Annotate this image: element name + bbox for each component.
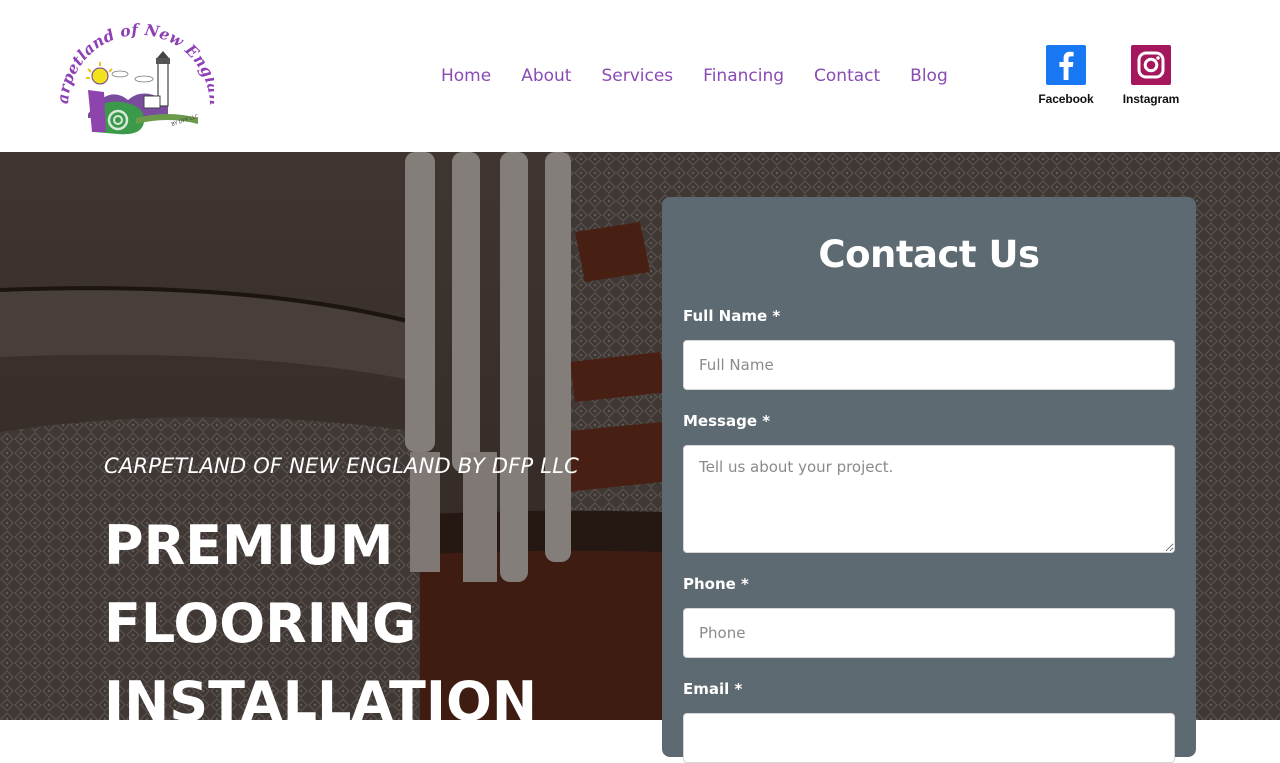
main-nav: Home About Services Financing Contact Bl… — [441, 64, 978, 88]
full-name-label: Full Name * — [683, 307, 781, 325]
email-input[interactable] — [683, 713, 1175, 763]
instagram-label: Instagram — [1122, 92, 1180, 106]
nav-financing[interactable]: Financing — [703, 64, 784, 88]
full-name-input[interactable] — [683, 340, 1175, 390]
message-label: Message * — [683, 412, 771, 430]
contact-form-card: Contact Us Full Name * Message * Phone *… — [662, 197, 1196, 763]
instagram-icon — [1131, 45, 1171, 85]
instagram-link[interactable]: Instagram — [1111, 45, 1191, 106]
svg-text:Carpetland of New England: Carpetland of New England — [58, 14, 214, 106]
message-textarea[interactable] — [683, 445, 1175, 553]
facebook-link[interactable]: Facebook — [1026, 45, 1106, 106]
facebook-icon — [1046, 45, 1086, 85]
nav-services[interactable]: Services — [601, 64, 673, 88]
hero-headline: PREMIUM FLOORING INSTALLATION — [104, 514, 538, 720]
logo-text: Carpetland of New England — [52, 0, 225, 106]
email-label: Email * — [683, 680, 743, 698]
phone-label: Phone * — [683, 575, 749, 593]
nav-blog[interactable]: Blog — [910, 64, 948, 88]
phone-input[interactable] — [683, 608, 1175, 658]
site-logo[interactable]: Carpetland of New England BY DFP LLC — [52, 0, 225, 136]
site-header: Carpetland of New England BY DFP LLC Hom… — [0, 0, 1280, 152]
nav-home[interactable]: Home — [441, 64, 491, 88]
nav-contact[interactable]: Contact — [814, 64, 880, 88]
nav-about[interactable]: About — [521, 64, 571, 88]
hero-tagline: CARPETLAND OF NEW ENGLAND BY DFP LLC — [104, 454, 579, 478]
contact-form-title: Contact Us — [818, 233, 1040, 276]
facebook-label: Facebook — [1038, 92, 1094, 106]
